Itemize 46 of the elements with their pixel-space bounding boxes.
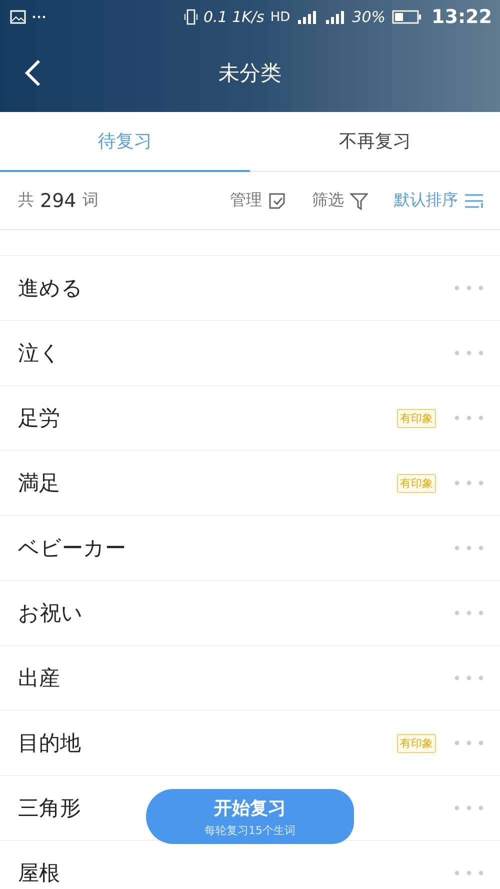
- word-text: 足労: [18, 405, 60, 432]
- word-text: 目的地: [18, 730, 81, 757]
- count-label: 共: [18, 190, 34, 211]
- word-text: 出産: [18, 665, 60, 692]
- more-icon: [32, 15, 46, 19]
- start-review-button[interactable]: 开始复习 每轮复习15个生词: [146, 789, 354, 844]
- more-icon[interactable]: [454, 805, 484, 811]
- filter-button[interactable]: 筛选: [302, 190, 378, 211]
- tab[interactable]: 不再复习: [250, 112, 500, 172]
- battery-percent: 30%: [352, 8, 386, 26]
- checkbox-icon: [268, 192, 286, 210]
- more-icon[interactable]: [454, 675, 484, 681]
- word-text: 進める: [18, 275, 83, 302]
- clock: 13:22: [432, 6, 492, 28]
- more-icon[interactable]: [454, 285, 484, 291]
- tab[interactable]: 待复习: [0, 112, 250, 172]
- impression-tag: 有印象: [397, 408, 436, 428]
- impression-tag: 有印象: [397, 734, 436, 752]
- word-text: ベビーカー: [18, 535, 126, 562]
- more-icon[interactable]: [454, 415, 484, 421]
- sort-button[interactable]: 默认排序: [384, 190, 484, 211]
- more-icon[interactable]: [454, 610, 484, 616]
- more-icon[interactable]: [454, 480, 484, 486]
- more-icon[interactable]: [454, 740, 484, 746]
- network-speed: 0.1 1K/s: [204, 8, 264, 26]
- word-text: 満足: [18, 470, 60, 497]
- word-count: 294: [40, 190, 76, 212]
- filter-icon: [350, 192, 368, 210]
- word-text: お祝い: [18, 600, 83, 627]
- vibrate-icon: [184, 9, 198, 25]
- more-icon[interactable]: [454, 870, 484, 876]
- signal-icon: [296, 10, 346, 24]
- screen-title: 未分类: [218, 60, 282, 87]
- more-icon[interactable]: [454, 350, 484, 356]
- hd-indicator: HD: [270, 10, 290, 24]
- count-label: 词: [82, 190, 98, 211]
- impression-tag: 有印象: [397, 474, 436, 492]
- back-button[interactable]: [22, 58, 42, 88]
- word-text: 三角形: [18, 795, 81, 822]
- more-icon[interactable]: [454, 545, 484, 551]
- sort-icon: [464, 192, 484, 208]
- battery-icon: [392, 10, 422, 24]
- manage-button[interactable]: 管理: [220, 190, 296, 211]
- word-text: 泣く: [18, 340, 61, 367]
- image-icon: [10, 10, 26, 24]
- word-text: 屋根: [18, 860, 60, 887]
